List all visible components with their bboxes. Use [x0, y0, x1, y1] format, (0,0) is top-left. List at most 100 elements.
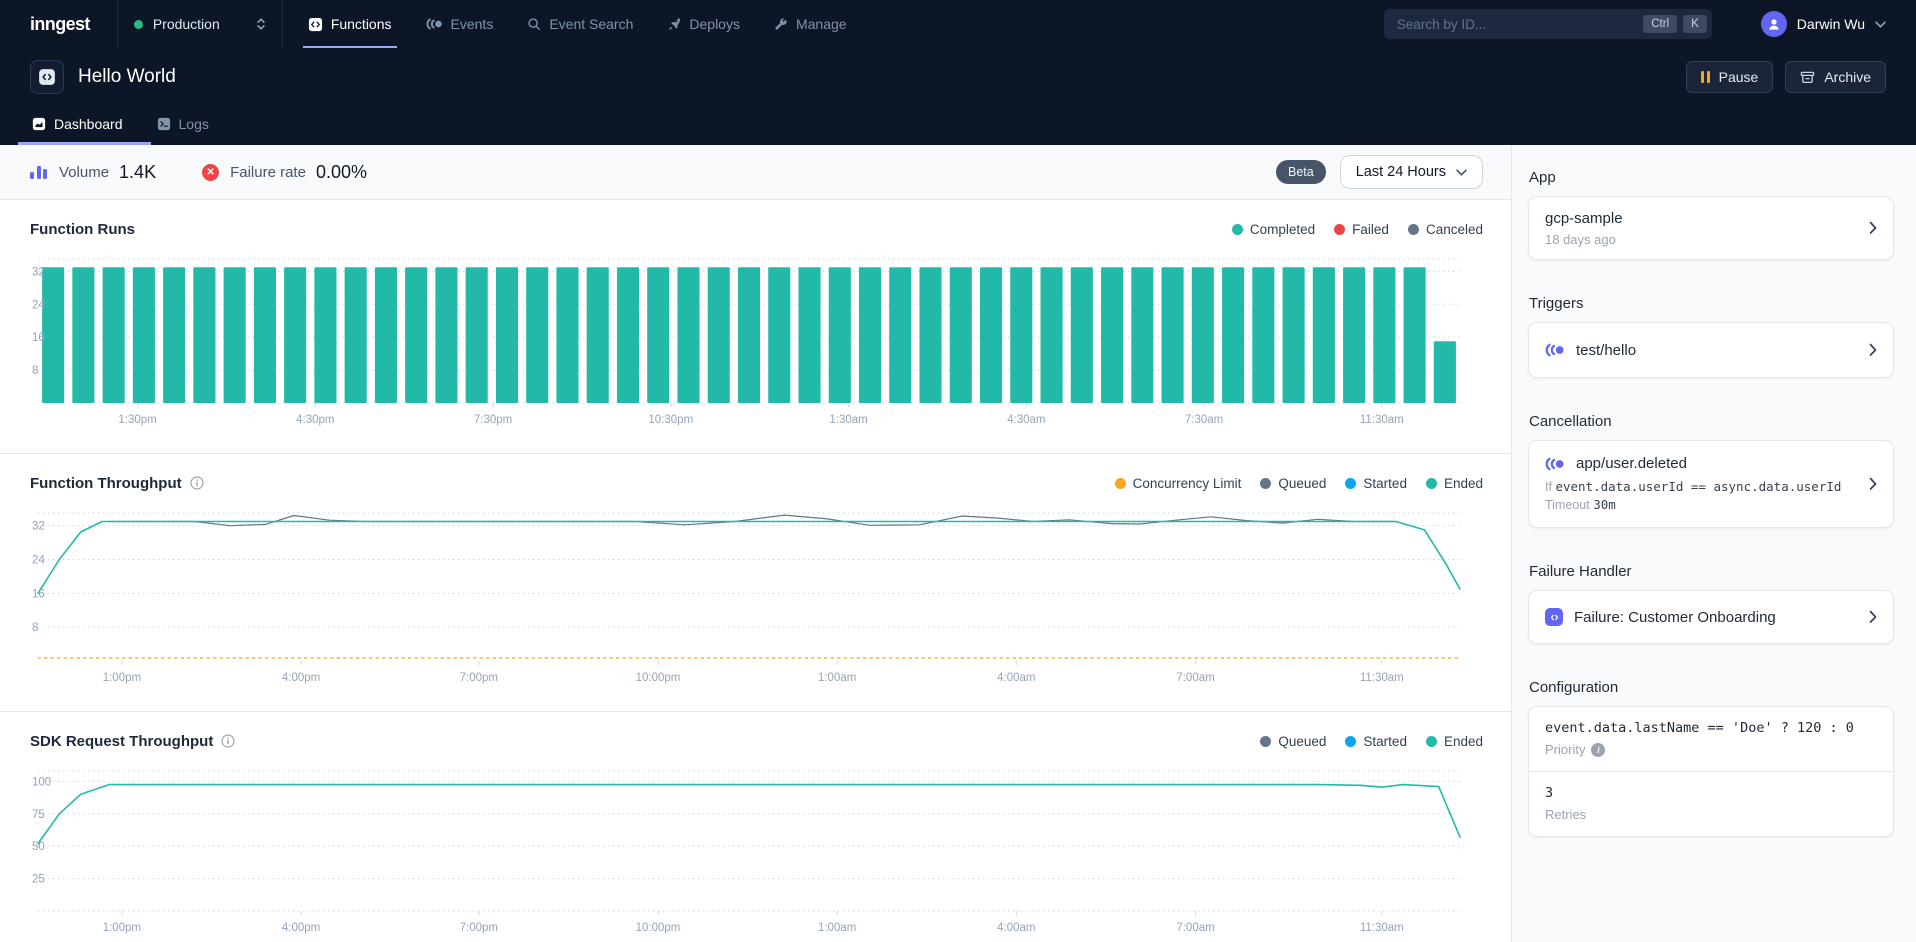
svg-text:32: 32: [32, 266, 45, 278]
svg-text:4:30am: 4:30am: [1007, 414, 1045, 426]
event-icon: [1545, 457, 1565, 471]
svg-text:16: 16: [32, 332, 45, 344]
svg-text:4:30pm: 4:30pm: [296, 414, 334, 426]
svg-text:24: 24: [32, 555, 45, 567]
rocket-icon: [667, 17, 681, 31]
search-placeholder: Search by ID...: [1397, 17, 1637, 32]
app-updated: 18 days ago: [1545, 232, 1853, 247]
tab-label: Events: [451, 16, 494, 32]
environment-label: Production: [153, 16, 220, 32]
events-icon: [426, 18, 443, 30]
nav-tab-functions[interactable]: Functions: [291, 0, 409, 48]
tab-dashboard[interactable]: Dashboard: [30, 116, 125, 145]
configuration-card: event.data.lastName == 'Doe' ? 120 : 0 P…: [1528, 706, 1894, 837]
tab-label: Manage: [796, 16, 847, 32]
legend-dot: [1232, 224, 1243, 235]
cancellation-card[interactable]: app/user.deleted If event.data.userId ==…: [1528, 440, 1894, 528]
svg-text:8: 8: [32, 365, 38, 377]
failure-handler-name: Failure: Customer Onboarding: [1574, 609, 1776, 626]
function-runs-chart: 81624321:30pm4:30pm7:30pm10:30pm1:30am4:…: [30, 250, 1462, 430]
chart-title: Function Runs: [30, 221, 135, 238]
user-menu[interactable]: Darwin Wu: [1735, 11, 1916, 37]
svg-text:7:30am: 7:30am: [1185, 414, 1223, 426]
stats-bar: Volume 1.4K ✕ Failure rate 0.00% Beta La…: [0, 145, 1511, 200]
chevron-updown-icon: [256, 17, 266, 31]
volume-label: Volume: [59, 164, 109, 181]
svg-text:32: 32: [32, 521, 45, 533]
info-icon[interactable]: i: [1591, 743, 1605, 757]
chevron-down-icon: [1456, 169, 1467, 176]
svg-text:4:00am: 4:00am: [997, 922, 1035, 934]
failure-handler-heading: Failure Handler: [1529, 563, 1894, 580]
chart-legend: CompletedFailedCanceled: [1232, 222, 1483, 237]
svg-text:1:00pm: 1:00pm: [103, 672, 141, 684]
priority-label: Priority: [1545, 742, 1585, 757]
chevron-right-icon: [1869, 221, 1877, 235]
failure-handler-card[interactable]: Failure: Customer Onboarding: [1528, 590, 1894, 644]
cancellation-timeout-value: 30m: [1593, 497, 1616, 512]
svg-text:11:30am: 11:30am: [1360, 922, 1404, 934]
app-heading: App: [1529, 169, 1894, 186]
failure-rate-label: Failure rate: [230, 164, 306, 181]
svg-text:4:00pm: 4:00pm: [282, 922, 320, 934]
function-icon: [30, 60, 64, 94]
primary-nav: Functions Events Event Search Deploys Manage: [283, 0, 864, 48]
svg-text:1:00pm: 1:00pm: [103, 922, 141, 934]
legend-dot: [1260, 736, 1271, 747]
legend-item-queued: Queued: [1260, 734, 1326, 749]
priority-expression: event.data.lastName == 'Doe' ? 120 : 0: [1545, 720, 1877, 736]
retries-value: 3: [1545, 785, 1877, 801]
nav-tab-event-search[interactable]: Event Search: [510, 0, 650, 48]
top-nav: inngest Production FunctionsEventsEvent …: [0, 0, 1916, 48]
config-priority-row: event.data.lastName == 'Doe' ? 120 : 0 P…: [1529, 707, 1893, 771]
config-retries-row: 3 Retries: [1529, 771, 1893, 836]
details-sidebar: App gcp-sample 18 days ago Triggers test…: [1511, 145, 1916, 942]
avatar: [1761, 11, 1787, 37]
trigger-card[interactable]: test/hello: [1528, 322, 1894, 378]
tab-label: Dashboard: [54, 116, 123, 132]
pause-button[interactable]: Pause: [1686, 61, 1774, 93]
nav-tab-manage[interactable]: Manage: [757, 0, 864, 48]
tab-label: Deploys: [689, 16, 740, 32]
environment-selector[interactable]: Production: [118, 0, 282, 48]
chart-title: SDK Request Throughput: [30, 733, 213, 750]
configuration-heading: Configuration: [1529, 679, 1894, 696]
cancellation-heading: Cancellation: [1529, 413, 1894, 430]
legend-item-ended: Ended: [1426, 734, 1483, 749]
svg-text:10:30pm: 10:30pm: [648, 414, 693, 426]
kbd-ctrl: Ctrl: [1643, 15, 1677, 33]
environment-status-dot: [134, 20, 143, 29]
legend-dot: [1345, 736, 1356, 747]
tab-logs[interactable]: Logs: [155, 116, 211, 145]
svg-text:25: 25: [32, 874, 45, 886]
search-icon: [527, 17, 541, 31]
svg-text:75: 75: [32, 809, 45, 821]
pause-label: Pause: [1719, 69, 1759, 85]
legend-item-queued: Queued: [1260, 476, 1326, 491]
page-title: Hello World: [78, 66, 176, 88]
legend-dot: [1260, 478, 1271, 489]
dashboard-icon: [32, 117, 46, 131]
chevron-right-icon: [1869, 610, 1877, 624]
sdk-throughput-section: SDK Request Throughput Queued Started Ende…: [0, 712, 1511, 942]
legend-item-failed: Failed: [1334, 222, 1389, 237]
archive-button[interactable]: Archive: [1785, 61, 1886, 93]
svg-text:11:30am: 11:30am: [1360, 414, 1404, 426]
sdk-throughput-chart: 2550751001:00pm4:00pm7:00pm10:00pm1:00am…: [30, 762, 1462, 938]
legend-item-started: Started: [1345, 734, 1407, 749]
search-input[interactable]: Search by ID... Ctrl K: [1384, 9, 1712, 39]
nav-right: Search by ID... Ctrl K Darwin Wu: [1384, 0, 1916, 48]
app-name: gcp-sample: [1545, 210, 1853, 227]
function-throughput-section: Function Throughput Concurrency LimitQue…: [0, 454, 1511, 712]
chevron-right-icon: [1869, 343, 1877, 357]
function-throughput-chart: 81624321:00pm4:00pm7:00pm10:00pm1:00am4:…: [30, 504, 1462, 688]
legend-dot: [1345, 478, 1356, 489]
nav-tab-events[interactable]: Events: [409, 0, 511, 48]
nav-tab-deploys[interactable]: Deploys: [650, 0, 757, 48]
app-card[interactable]: gcp-sample 18 days ago: [1528, 196, 1894, 260]
volume-icon: [30, 166, 47, 179]
event-icon: [1545, 343, 1565, 357]
function-tabs: Dashboard Logs: [30, 116, 1886, 145]
chart-legend: Queued Started Ended: [1260, 734, 1483, 749]
time-range-dropdown[interactable]: Last 24 Hours: [1340, 155, 1483, 189]
